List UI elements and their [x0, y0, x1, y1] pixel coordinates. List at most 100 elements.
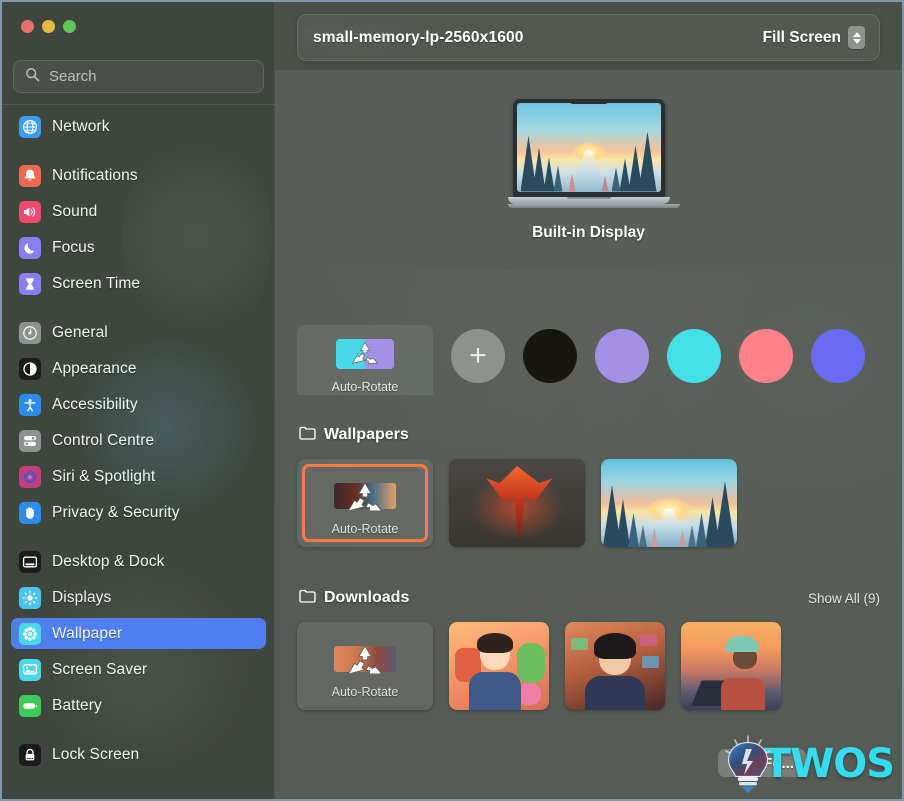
- sidebar-item-label: Control Centre: [52, 431, 155, 449]
- sidebar-item-label: General: [52, 323, 108, 341]
- accessibility-icon: [19, 393, 41, 416]
- sidebar-item-screen-time[interactable]: Screen Time: [11, 268, 266, 299]
- auto-rotate-label: Auto-Rotate: [331, 522, 399, 536]
- auto-rotate-label: Auto-Rotate: [331, 685, 399, 699]
- sidebar-item-label: Desktop & Dock: [52, 552, 165, 570]
- wallpaper-thumbnail-art: [565, 622, 665, 710]
- search-icon: [25, 67, 40, 87]
- folder-icon: [299, 589, 316, 603]
- wallpaper-section: Downloads Show All (9) Auto-Rotate: [275, 585, 902, 710]
- color-swatch[interactable]: [811, 329, 865, 383]
- color-swatch-strip: Auto-Rotate +: [275, 325, 902, 395]
- sidebar-item-label: Network: [52, 117, 110, 135]
- color-swatch[interactable]: [523, 329, 577, 383]
- hourglass-icon: [19, 272, 41, 295]
- close-button[interactable]: [21, 20, 34, 33]
- zoom-button[interactable]: [63, 20, 76, 33]
- moon-icon: [19, 236, 41, 259]
- minimize-button[interactable]: [42, 20, 55, 33]
- folder-icon: [299, 426, 316, 445]
- recycle-icon: [350, 341, 380, 373]
- sidebar-item-battery[interactable]: Battery: [11, 690, 266, 721]
- sidebar-item-lock-screen[interactable]: Lock Screen: [11, 739, 266, 770]
- siri-icon: [19, 465, 41, 488]
- battery-icon: [19, 694, 41, 717]
- color-swatch[interactable]: [595, 329, 649, 383]
- laptop-base: [507, 196, 670, 204]
- sidebar-item-network[interactable]: Network: [11, 111, 266, 142]
- contrast-icon: [19, 357, 41, 380]
- sidebar-item-wallpaper[interactable]: Wallpaper: [11, 618, 266, 649]
- laptop-foot: [507, 203, 680, 208]
- bell-icon: [19, 164, 41, 187]
- system-settings-window: Network Notifications Sound Focus Screen T…: [2, 2, 902, 799]
- up-down-chevron-icon[interactable]: [848, 26, 865, 49]
- current-wallpaper-preview: [516, 102, 661, 192]
- search-input[interactable]: [49, 68, 263, 85]
- fit-mode-popup[interactable]: Fill Screen: [763, 26, 865, 49]
- search-field[interactable]: [13, 60, 264, 93]
- wallpaper-thumbnail[interactable]: [449, 459, 585, 547]
- built-in-display-preview[interactable]: [507, 98, 680, 208]
- wallpaper-section: Wallpapers Auto-Rotate: [275, 422, 902, 547]
- sidebar-item-label: Privacy & Security: [52, 503, 180, 521]
- sidebar-item-focus[interactable]: Focus: [11, 232, 266, 263]
- sidebar-item-label: Appearance: [52, 359, 137, 377]
- sidebar-item-notifications[interactable]: Notifications: [11, 160, 266, 191]
- auto-rotate-thumbnail[interactable]: Auto-Rotate: [297, 622, 433, 710]
- thumbnail-row: Auto-Rotate: [275, 611, 902, 710]
- folder-icon: [299, 589, 316, 608]
- wallpaper-scroll-area[interactable]: Auto-Rotate + Wallpapers Auto-Rotate Dow…: [275, 270, 902, 799]
- fit-mode-value: Fill Screen: [762, 28, 841, 46]
- laptop-screen: [512, 98, 665, 197]
- sidebar-item-privacy-security[interactable]: Privacy & Security: [11, 497, 266, 528]
- wallpaper-thumbnail[interactable]: [565, 622, 665, 710]
- section-header: Downloads Show All (9): [275, 585, 902, 611]
- display-preview-section: Built-in Display: [275, 70, 902, 270]
- sidebar-item-screen-saver[interactable]: Screen Saver: [11, 654, 266, 685]
- add-folder-button[interactable]: Add Fo...: [717, 749, 806, 777]
- wallpaper-thumbnail[interactable]: [601, 459, 737, 547]
- gear-icon: [19, 321, 41, 344]
- color-swatch[interactable]: [739, 329, 793, 383]
- sidebar-item-label: Notifications: [52, 166, 138, 184]
- screen-saver-icon: [19, 658, 41, 681]
- content-pane: Wallpaper: [275, 2, 902, 799]
- section-title: Downloads: [324, 589, 410, 606]
- sidebar-item-label: Screen Saver: [52, 660, 148, 678]
- sidebar-item-displays[interactable]: Displays: [11, 582, 266, 613]
- sidebar-item-label: Sound: [52, 202, 98, 220]
- current-wallpaper-bar: small-memory-lp-2560x1600 Fill Screen: [297, 14, 880, 61]
- wallpaper-thumbnail[interactable]: [449, 622, 549, 710]
- sidebar-item-desktop-dock[interactable]: Desktop & Dock: [11, 546, 266, 577]
- auto-rotate-thumbnail[interactable]: Auto-Rotate: [297, 459, 433, 547]
- sidebar-item-label: Focus: [52, 238, 95, 256]
- section-header: Wallpapers: [275, 422, 902, 448]
- sidebar-item-general[interactable]: General: [11, 317, 266, 348]
- sidebar-item-appearance[interactable]: Appearance: [11, 353, 266, 384]
- sidebar-item-control-centre[interactable]: Control Centre: [11, 425, 266, 456]
- sidebar-item-accessibility[interactable]: Accessibility: [11, 389, 266, 420]
- dynamic-auto-rotate-tile[interactable]: Auto-Rotate: [297, 325, 433, 395]
- sidebar-nav: Network Notifications Sound Focus Screen T…: [2, 105, 275, 770]
- auto-rotate-label: Auto-Rotate: [331, 380, 399, 394]
- wallpaper-thumbnail[interactable]: [681, 622, 781, 710]
- wallpaper-thumbnail-art: [449, 459, 585, 547]
- recycle-icon: [345, 644, 385, 685]
- thumbnail-row: Auto-Rotate: [275, 448, 902, 547]
- sidebar-item-label: Wallpaper: [52, 624, 123, 642]
- control-centre-icon: [19, 429, 41, 452]
- add-color-button[interactable]: +: [451, 329, 505, 383]
- hand-icon: [19, 501, 41, 524]
- desktop-dock-icon: [19, 550, 41, 573]
- sidebar-item-label: Screen Time: [52, 274, 141, 292]
- sidebar-item-siri-spotlight[interactable]: Siri & Spotlight: [11, 461, 266, 492]
- show-all-link[interactable]: Show All (9): [808, 591, 880, 606]
- color-swatch[interactable]: [667, 329, 721, 383]
- wallpaper-icon: [19, 622, 41, 645]
- sidebar-item-sound[interactable]: Sound: [11, 196, 266, 227]
